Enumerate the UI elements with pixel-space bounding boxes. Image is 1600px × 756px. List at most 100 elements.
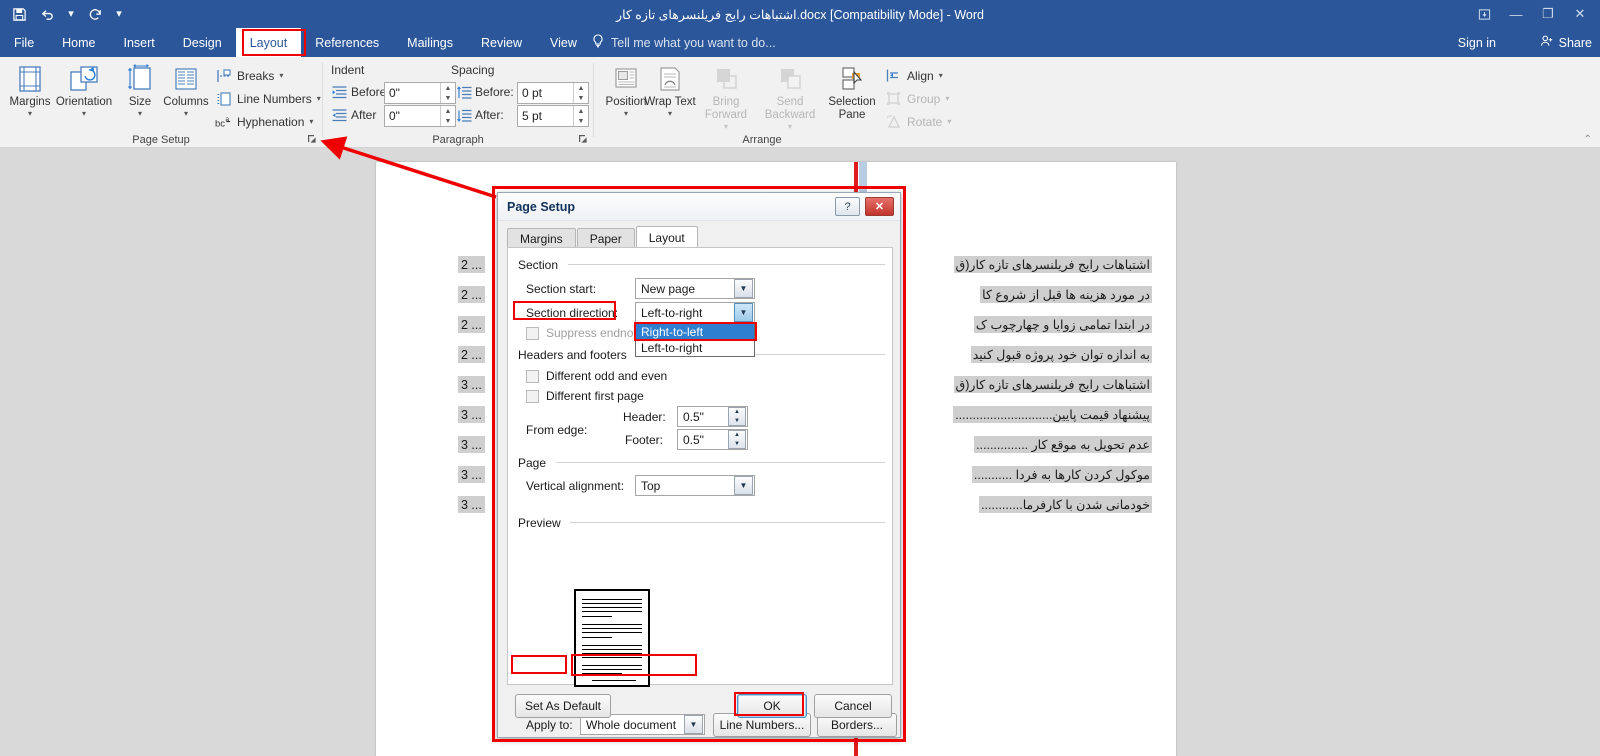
chevron-down-icon[interactable]: ▾ bbox=[184, 110, 188, 118]
ribbon-button-margins[interactable]: Margins ▾ bbox=[2, 62, 58, 134]
stepper-down-icon[interactable]: ▼ bbox=[729, 417, 745, 426]
sign-in-button[interactable]: Sign in bbox=[1458, 28, 1496, 57]
indent-before-stepper[interactable]: ▲ ▼ bbox=[440, 83, 455, 103]
stepper-up-icon[interactable]: ▲ bbox=[574, 106, 588, 116]
preview-line bbox=[582, 603, 642, 604]
cancel-button[interactable]: Cancel bbox=[814, 694, 892, 718]
footer-from-edge-input[interactable]: 0.5" ▲ ▼ bbox=[677, 429, 748, 450]
ribbon-button-columns[interactable]: Columns ▾ bbox=[158, 62, 214, 134]
chevron-down-icon[interactable]: ▾ bbox=[279, 71, 283, 80]
chevron-down-icon[interactable]: ▾ bbox=[724, 123, 728, 131]
tab-view[interactable]: View bbox=[536, 28, 591, 57]
paragraph-dialog-launcher[interactable] bbox=[577, 133, 589, 145]
tab-review[interactable]: Review bbox=[467, 28, 536, 57]
preview-line bbox=[582, 637, 612, 638]
indent-before-input[interactable]: 0" ▲ ▼ bbox=[384, 82, 456, 104]
dialog-close-button[interactable]: ✕ bbox=[865, 197, 894, 216]
chevron-down-icon[interactable]: ▼ bbox=[684, 715, 703, 734]
different-odd-even-checkbox[interactable]: Different odd and even bbox=[526, 369, 667, 383]
vertical-alignment-combo[interactable]: Top ▼ bbox=[635, 475, 755, 496]
checkbox-box[interactable] bbox=[526, 369, 539, 383]
chevron-down-icon[interactable]: ▾ bbox=[28, 110, 32, 118]
chevron-down-icon[interactable]: ▾ bbox=[309, 117, 313, 126]
dialog-tab-paper[interactable]: Paper bbox=[576, 228, 635, 248]
chevron-down-icon[interactable]: ▼ bbox=[734, 279, 753, 298]
ribbon-display-options-icon[interactable] bbox=[1468, 0, 1500, 28]
stepper-down-icon[interactable]: ▼ bbox=[574, 116, 588, 126]
footer-stepper[interactable]: ▲ ▼ bbox=[728, 430, 746, 449]
tab-insert[interactable]: Insert bbox=[110, 28, 169, 57]
rotate-icon bbox=[885, 113, 902, 130]
header-stepper[interactable]: ▲ ▼ bbox=[728, 407, 746, 426]
stepper-down-icon[interactable]: ▼ bbox=[441, 93, 455, 103]
chevron-down-icon[interactable]: ▼ bbox=[734, 476, 753, 495]
share-button[interactable]: Share bbox=[1540, 28, 1592, 57]
tab-file[interactable]: File bbox=[0, 28, 48, 57]
checkbox-box[interactable] bbox=[526, 326, 539, 340]
tell-me-search[interactable]: Tell me what you want to do... bbox=[592, 28, 776, 57]
ribbon-button-hyphenation[interactable]: bc a Hyphenation ▾ bbox=[212, 110, 316, 133]
stepper-up-icon[interactable]: ▲ bbox=[441, 106, 455, 116]
spacing-after-stepper[interactable]: ▲ ▼ bbox=[573, 106, 588, 126]
indent-after-input[interactable]: 0" ▲ ▼ bbox=[384, 105, 456, 127]
chevron-down-icon[interactable]: ▾ bbox=[945, 94, 949, 103]
ribbon-button-selection-pane[interactable]: Selection Pane bbox=[822, 62, 882, 134]
ribbon-button-breaks[interactable]: Breaks ▾ bbox=[212, 64, 286, 87]
spacing-after-input[interactable]: 5 pt ▲ ▼ bbox=[517, 105, 589, 127]
ribbon-button-bring-forward[interactable]: Bring Forward ▾ bbox=[694, 62, 758, 134]
ribbon-button-rotate[interactable]: Rotate ▾ bbox=[882, 110, 954, 133]
set-as-default-button[interactable]: Set As Default bbox=[515, 694, 611, 718]
stepper-down-icon[interactable]: ▼ bbox=[574, 93, 588, 103]
section-direction-dropdown-list[interactable]: Right-to-left Left-to-right bbox=[635, 323, 755, 357]
stepper-down-icon[interactable]: ▼ bbox=[441, 116, 455, 126]
chevron-down-icon[interactable]: ▾ bbox=[668, 110, 672, 118]
indent-after-stepper[interactable]: ▲ ▼ bbox=[440, 106, 455, 126]
dropdown-option-left-to-right[interactable]: Left-to-right bbox=[636, 340, 754, 356]
stepper-up-icon[interactable]: ▲ bbox=[441, 83, 455, 93]
suppress-endnotes-checkbox[interactable]: Suppress endnotes bbox=[526, 326, 649, 340]
chevron-down-icon[interactable]: ▾ bbox=[947, 117, 951, 126]
different-first-page-checkbox[interactable]: Different first page bbox=[526, 389, 644, 403]
dialog-help-button[interactable]: ? bbox=[835, 197, 860, 216]
stepper-down-icon[interactable]: ▼ bbox=[729, 440, 745, 449]
checkbox-box[interactable] bbox=[526, 389, 539, 403]
chevron-down-icon[interactable]: ▾ bbox=[939, 71, 943, 80]
share-person-icon bbox=[1540, 34, 1554, 51]
ribbon-button-orientation[interactable]: Orientation ▾ bbox=[54, 62, 114, 134]
dialog-tab-margins[interactable]: Margins bbox=[507, 228, 576, 248]
chevron-down-icon[interactable]: ▼ bbox=[734, 303, 753, 322]
section-start-combo[interactable]: New page ▼ bbox=[635, 278, 755, 299]
restore-button[interactable]: ❐ bbox=[1532, 0, 1564, 28]
tab-design[interactable]: Design bbox=[169, 28, 236, 57]
tab-home[interactable]: Home bbox=[48, 28, 109, 57]
chevron-down-icon[interactable]: ▾ bbox=[82, 110, 86, 118]
section-direction-combo[interactable]: Left-to-right ▼ bbox=[635, 302, 755, 323]
chevron-down-icon[interactable]: ▾ bbox=[138, 110, 142, 118]
dropdown-option-right-to-left[interactable]: Right-to-left bbox=[636, 324, 754, 340]
page-setup-dialog: Page Setup ? ✕ Margins Paper Layout Sect… bbox=[497, 192, 901, 738]
header-from-edge-input[interactable]: 0.5" ▲ ▼ bbox=[677, 406, 748, 427]
spacing-before-stepper[interactable]: ▲ ▼ bbox=[573, 83, 588, 103]
ribbon-button-group[interactable]: Group ▾ bbox=[882, 87, 952, 110]
minimize-button[interactable]: — bbox=[1500, 0, 1532, 28]
collapse-ribbon-icon[interactable]: ⌃ bbox=[1584, 134, 1592, 145]
stepper-up-icon[interactable]: ▲ bbox=[574, 83, 588, 93]
ribbon-button-wrap-text[interactable]: Wrap Text ▾ bbox=[642, 62, 698, 134]
chevron-down-icon[interactable]: ▾ bbox=[788, 123, 792, 131]
ribbon-button-line-numbers[interactable]: Line Numbers ▾ bbox=[212, 87, 324, 110]
dialog-tab-layout[interactable]: Layout bbox=[635, 226, 698, 248]
chevron-down-icon[interactable]: ▾ bbox=[624, 110, 628, 118]
tab-references[interactable]: References bbox=[301, 28, 393, 57]
preview-line bbox=[592, 680, 636, 681]
close-button[interactable]: ✕ bbox=[1564, 0, 1596, 28]
ribbon-button-send-backward[interactable]: Send Backward ▾ bbox=[758, 62, 822, 134]
ok-button[interactable]: OK bbox=[737, 694, 807, 718]
ribbon-button-align[interactable]: Align ▾ bbox=[882, 64, 946, 87]
tab-mailings[interactable]: Mailings bbox=[393, 28, 467, 57]
tab-layout[interactable]: Layout bbox=[235, 28, 302, 57]
page-setup-dialog-launcher[interactable] bbox=[306, 133, 318, 145]
stepper-up-icon[interactable]: ▲ bbox=[729, 408, 745, 417]
stepper-up-icon[interactable]: ▲ bbox=[729, 431, 745, 440]
chevron-down-icon[interactable]: ▾ bbox=[317, 94, 321, 103]
spacing-before-input[interactable]: 0 pt ▲ ▼ bbox=[517, 82, 589, 104]
